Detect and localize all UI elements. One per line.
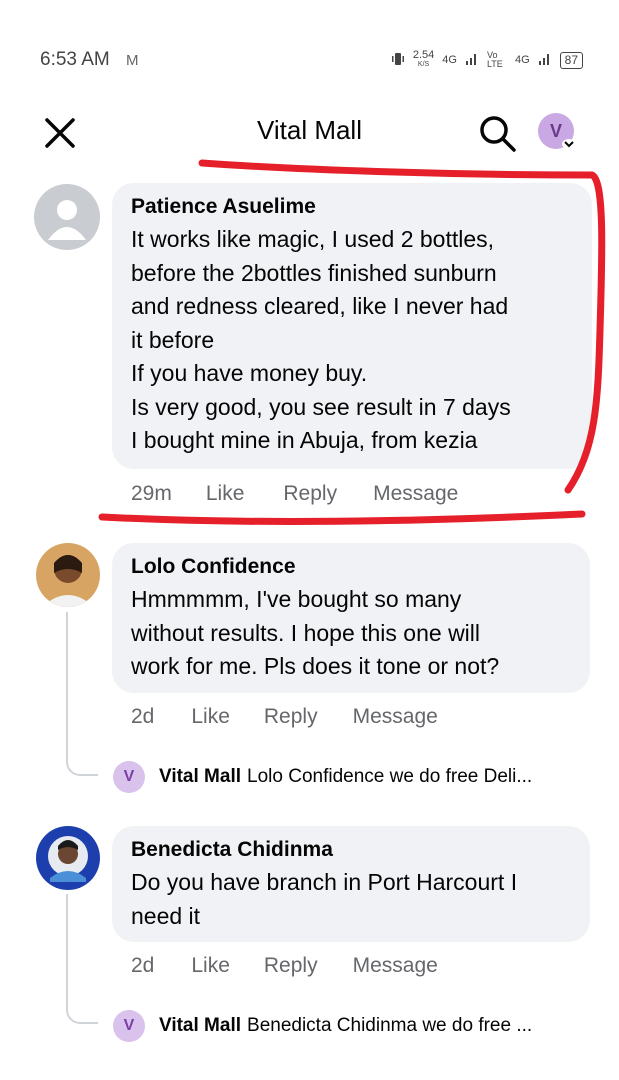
comment-bubble: Lolo Confidence Hmmmmm, I've bought so m… — [112, 543, 590, 693]
comment-text: Do you have branch in Port Harcourt I ne… — [131, 869, 518, 929]
profile-photo-icon — [36, 543, 100, 607]
reply-avatar: V — [113, 1010, 145, 1042]
comment-actions: 2d Like Reply Message — [131, 954, 477, 978]
reply-author: Vital Mall — [159, 766, 242, 787]
red-annotation-outline — [98, 159, 606, 525]
reply-button[interactable]: Reply — [264, 705, 318, 729]
thread-connector — [66, 612, 98, 776]
reply-text: Lolo Confidence we do free Deli... — [247, 766, 533, 787]
comment-bubble: Benedicta Chidinma Do you have branch in… — [112, 826, 590, 942]
reply-button[interactable]: Reply — [264, 954, 318, 978]
comment-text: Hmmmmm, I've bought so many without resu… — [131, 586, 500, 679]
avatar[interactable] — [36, 826, 100, 890]
comment-time[interactable]: 2d — [131, 705, 154, 729]
thread-connector — [66, 894, 98, 1024]
comment-actions: 2d Like Reply Message — [131, 705, 477, 729]
like-button[interactable]: Like — [191, 954, 230, 978]
comment-time[interactable]: 2d — [131, 954, 154, 978]
reply-preview[interactable]: V Vital Mall Benedicta Chidinma we do fr… — [113, 1010, 532, 1042]
profile-photo-icon — [36, 826, 100, 890]
message-button[interactable]: Message — [353, 705, 438, 729]
reply-preview[interactable]: V Vital Mall Lolo Confidence we do free … — [113, 761, 532, 793]
reply-avatar: V — [113, 761, 145, 793]
reply-text: Benedicta Chidinma we do free ... — [247, 1015, 533, 1036]
reply-author: Vital Mall — [159, 1015, 242, 1036]
message-button[interactable]: Message — [353, 954, 438, 978]
comment-author[interactable]: Lolo Confidence — [131, 555, 572, 579]
like-button[interactable]: Like — [191, 705, 230, 729]
comment-author[interactable]: Benedicta Chidinma — [131, 838, 572, 862]
avatar[interactable] — [36, 543, 100, 607]
